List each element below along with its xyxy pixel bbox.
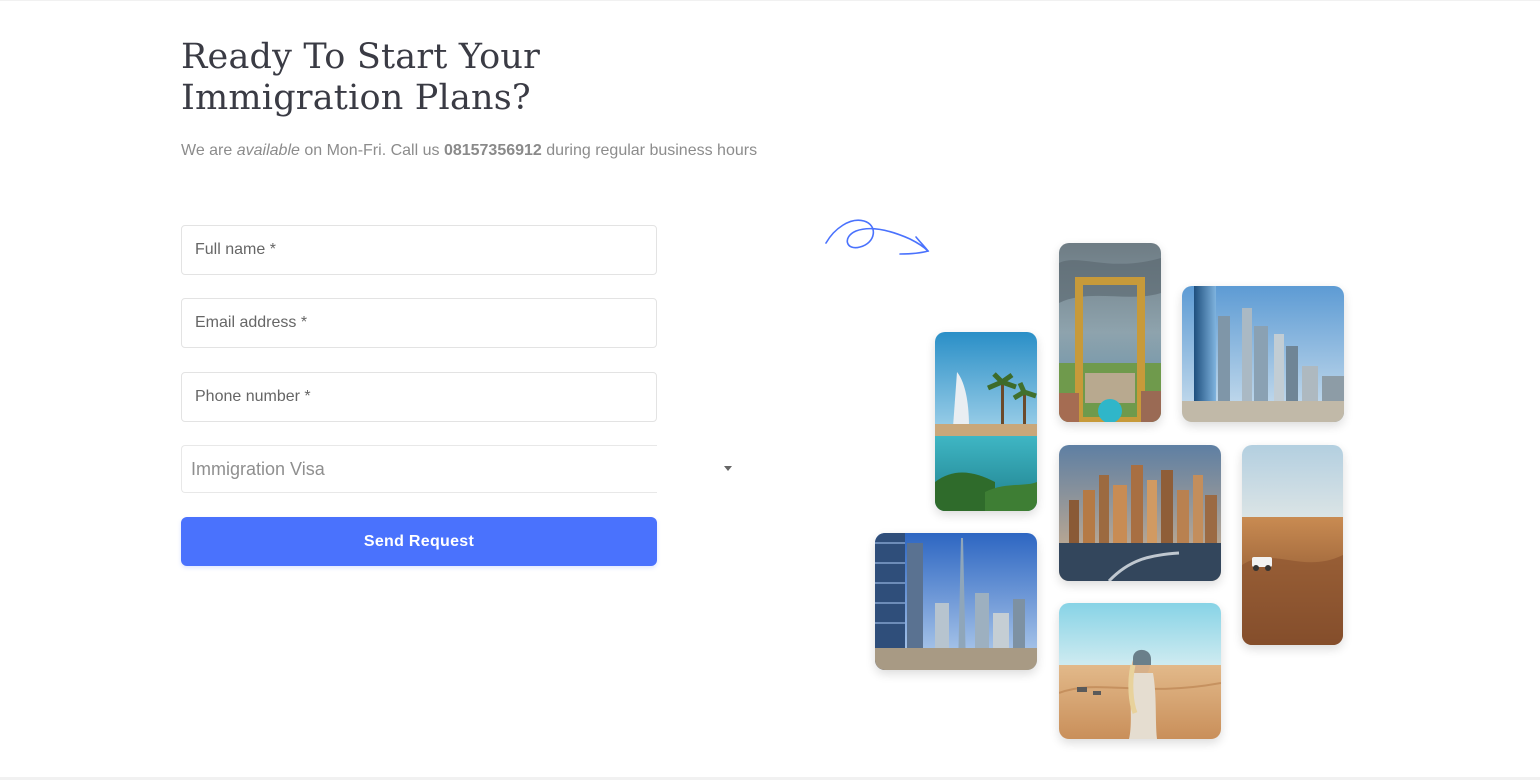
curly-arrow-icon [825,219,930,255]
visa-select-box[interactable]: Immigration Visa [181,445,657,493]
photo-woman-in-desert [1059,603,1221,739]
caret-down-icon[interactable] [724,466,732,471]
visa-select-value: Immigration Visa [191,459,325,479]
availability-prefix: We are [181,142,237,159]
availability-suffix: during regular business hours [541,142,758,159]
photo-burj-al-arab-canal [935,332,1037,511]
availability-mid: on Mon-Fri. Call us [299,142,444,159]
phone-number-text: 08157356912 [443,142,542,159]
photo-burj-khalifa-downtown [875,533,1037,670]
photo-skyline-towers [1182,286,1344,422]
email-address-input[interactable] [181,298,657,348]
photo-marina-skyline-water [1059,445,1221,581]
page: Ready To Start Your Immigration Plans? W… [0,0,1540,780]
send-request-button[interactable]: Send Request [181,517,657,566]
page-title: Ready To Start Your Immigration Plans? [181,37,541,118]
availability-text: We are available on Mon-Fri. Call us 081… [181,139,761,162]
phone-number-input[interactable] [181,372,657,422]
immigration-visa-select[interactable]: Immigration Visa [181,445,741,493]
full-name-input[interactable] [181,225,657,275]
photo-desert-dunes-car [1242,445,1343,645]
availability-emphasis: available [236,142,300,159]
photo-dubai-frame [1059,243,1161,422]
